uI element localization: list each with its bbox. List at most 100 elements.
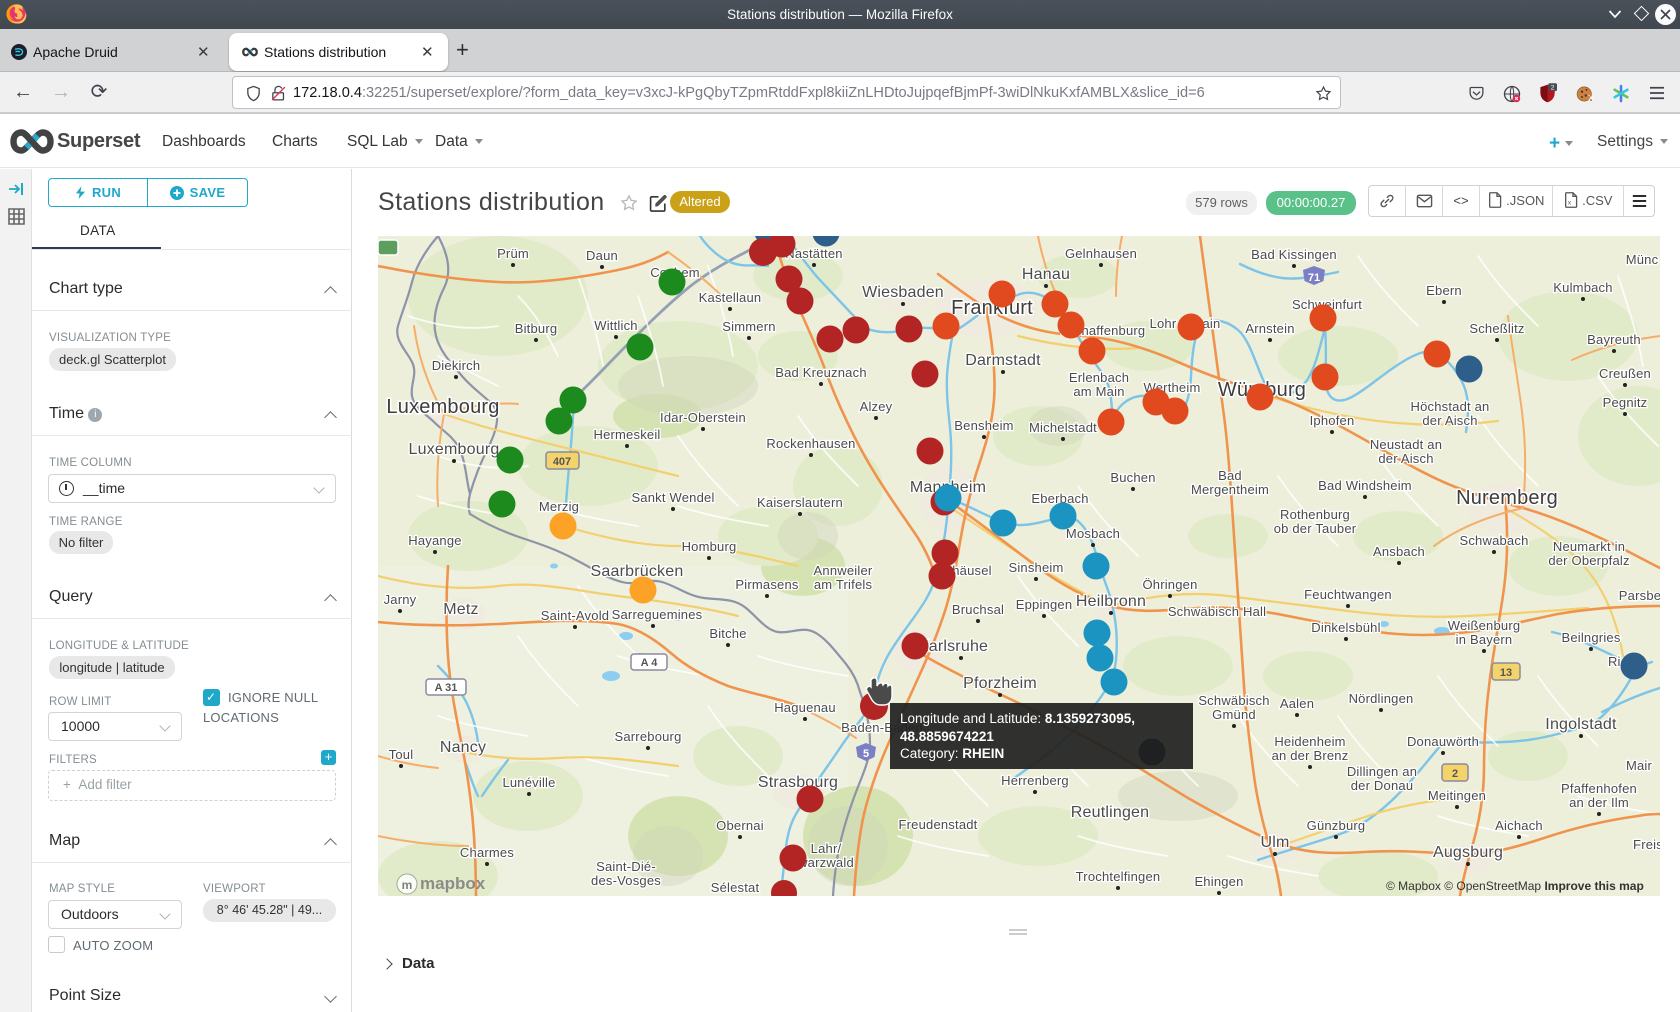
svg-text:Heidenheim: Heidenheim [1274,734,1345,749]
svg-text:Feuchtwangen: Feuchtwangen [1304,587,1392,602]
svg-text:13: 13 [1500,667,1512,679]
svg-text:Annweiler: Annweiler [814,563,873,578]
svg-text:Bad: Bad [1218,468,1242,483]
svg-text:Simmern: Simmern [722,319,775,334]
svg-text:2: 2 [1452,768,1458,780]
svg-text:Bruchsal: Bruchsal [952,602,1004,617]
svg-text:Bad Kreuznach: Bad Kreuznach [775,365,867,380]
svg-text:Bitche: Bitche [709,626,746,641]
svg-text:Wittlich: Wittlich [594,318,638,333]
svg-text:x: x [1567,199,1571,206]
svg-text:Erlenbach: Erlenbach [1069,370,1129,385]
svg-text:Luxembourg: Luxembourg [386,396,499,418]
svg-text:Haguenau: Haguenau [774,700,836,715]
svg-text:Bensheim: Bensheim [954,418,1013,433]
svg-text:an der Ilm: an der Ilm [1569,795,1629,810]
svg-text:Nuremberg: Nuremberg [1456,487,1558,509]
svg-text:Herrenberg: Herrenberg [1001,773,1069,788]
svg-text:Diekirch: Diekirch [432,358,481,373]
svg-text:Kastellaun: Kastellaun [699,290,762,305]
svg-text:Augsburg: Augsburg [1433,844,1503,861]
svg-text:Bitburg: Bitburg [515,321,558,336]
svg-text:Neustadt an: Neustadt an [1370,437,1442,452]
svg-text:Bad Kissingen: Bad Kissingen [1251,247,1337,262]
svg-text:Donauwörth: Donauwörth [1407,734,1479,749]
svg-text:Mosbach: Mosbach [1066,526,1120,541]
svg-text:der Aisch: der Aisch [1378,451,1433,466]
svg-text:Meitingen: Meitingen [1428,788,1486,803]
svg-text:Aalen: Aalen [1280,696,1314,711]
svg-text:© Mapbox © OpenStreetMap Impro: © Mapbox © OpenStreetMap Improve this ma… [1386,879,1644,893]
svg-text:Jarny: Jarny [384,592,417,607]
svg-text:Sélestat: Sélestat [711,880,760,895]
svg-text:Metz: Metz [443,601,478,618]
svg-text:A 4: A 4 [641,657,659,669]
svg-text:des-Vosges: des-Vosges [591,873,661,888]
svg-text:Dinkelsbühl: Dinkelsbühl [1311,620,1380,635]
svg-text:Freis: Freis [1633,837,1660,852]
svg-text:Homburg: Homburg [682,539,737,554]
svg-text:Saarbrücken: Saarbrücken [591,563,684,580]
svg-text:an der Brenz: an der Brenz [1272,748,1349,763]
svg-text:Heilbronn: Heilbronn [1076,593,1146,610]
svg-text:407: 407 [553,456,571,468]
svg-text:Ehingen: Ehingen [1194,874,1243,889]
svg-text:Ulm: Ulm [1260,834,1289,851]
svg-text:Schwäbisch Hall: Schwäbisch Hall [1168,604,1266,619]
svg-text:Charmes: Charmes [460,845,514,860]
svg-text:der Aisch: der Aisch [1422,413,1477,428]
svg-text:Lunéville: Lunéville [502,775,555,790]
svg-text:am Trifels: am Trifels [814,577,873,592]
svg-text:Bayreuth: Bayreuth [1587,332,1641,347]
svg-text:Schwäbisch: Schwäbisch [1198,693,1269,708]
svg-text:Sankt Wendel: Sankt Wendel [631,490,714,505]
svg-text:Michelstadt: Michelstadt [1029,420,1097,435]
svg-text:Kulmbach: Kulmbach [1553,280,1612,295]
svg-text:Pforzheim: Pforzheim [963,675,1037,692]
svg-text:Wiesbaden: Wiesbaden [862,284,944,301]
svg-text:Mergentheim: Mergentheim [1191,482,1269,497]
svg-text:Sarreguemines: Sarreguemines [612,607,703,622]
svg-text:der Oberpfalz: der Oberpfalz [1548,553,1629,568]
svg-text:Aichach: Aichach [1495,818,1543,833]
svg-text:mapbox: mapbox [420,874,486,893]
svg-text:Höchstadt an: Höchstadt an [1410,399,1489,414]
svg-text:Luxembourg: Luxembourg [409,441,500,458]
svg-text:Arnstein: Arnstein [1245,321,1294,336]
svg-text:ob der Tauber: ob der Tauber [1274,521,1357,536]
svg-text:Merzig: Merzig [539,499,579,514]
svg-text:in Bayern: in Bayern [1456,632,1513,647]
svg-text:häusel: häusel [952,563,992,578]
svg-text:Eppingen: Eppingen [1016,597,1073,612]
svg-text:Toul: Toul [389,747,414,762]
svg-text:Obernai: Obernai [716,818,764,833]
svg-text:Trochtelfingen: Trochtelfingen [1076,869,1161,884]
svg-text:Ebern: Ebern [1426,283,1462,298]
svg-text:Nancy: Nancy [440,739,486,756]
svg-text:5: 5 [863,748,869,760]
svg-text:Mair: Mair [1626,758,1653,773]
svg-text:Iphofen: Iphofen [1310,413,1355,428]
svg-text:Daun: Daun [586,248,618,263]
svg-text:Pegnitz: Pegnitz [1603,395,1648,410]
svg-text:Pfaffenhofen: Pfaffenhofen [1561,781,1637,796]
svg-text:Rothenburg: Rothenburg [1280,507,1350,522]
svg-text:Buchen: Buchen [1110,470,1155,485]
svg-text:Saint-Dié-: Saint-Dié- [596,859,656,874]
svg-text:Ansbach: Ansbach [1373,544,1425,559]
svg-text:am Main: am Main [1073,384,1124,399]
svg-text:Freudenstadt: Freudenstadt [898,817,977,832]
svg-text:Gelnhausen: Gelnhausen [1065,246,1137,261]
svg-text:Bad Windsheim: Bad Windsheim [1318,478,1412,493]
svg-text:Münc: Münc [1626,252,1659,267]
svg-text:Rockenhausen: Rockenhausen [766,436,855,451]
svg-text:Sarrebourg: Sarrebourg [614,729,681,744]
svg-text:Darmstadt: Darmstadt [965,352,1041,369]
svg-text:m: m [402,878,413,892]
svg-text:Dillingen an: Dillingen an [1347,764,1417,779]
svg-text:71: 71 [1308,272,1320,284]
svg-text:Strasbourg: Strasbourg [758,774,838,791]
svg-text:Reutlingen: Reutlingen [1071,804,1150,821]
svg-text:Nördlingen: Nördlingen [1349,691,1414,706]
svg-text:Kaiserslautern: Kaiserslautern [757,495,843,510]
